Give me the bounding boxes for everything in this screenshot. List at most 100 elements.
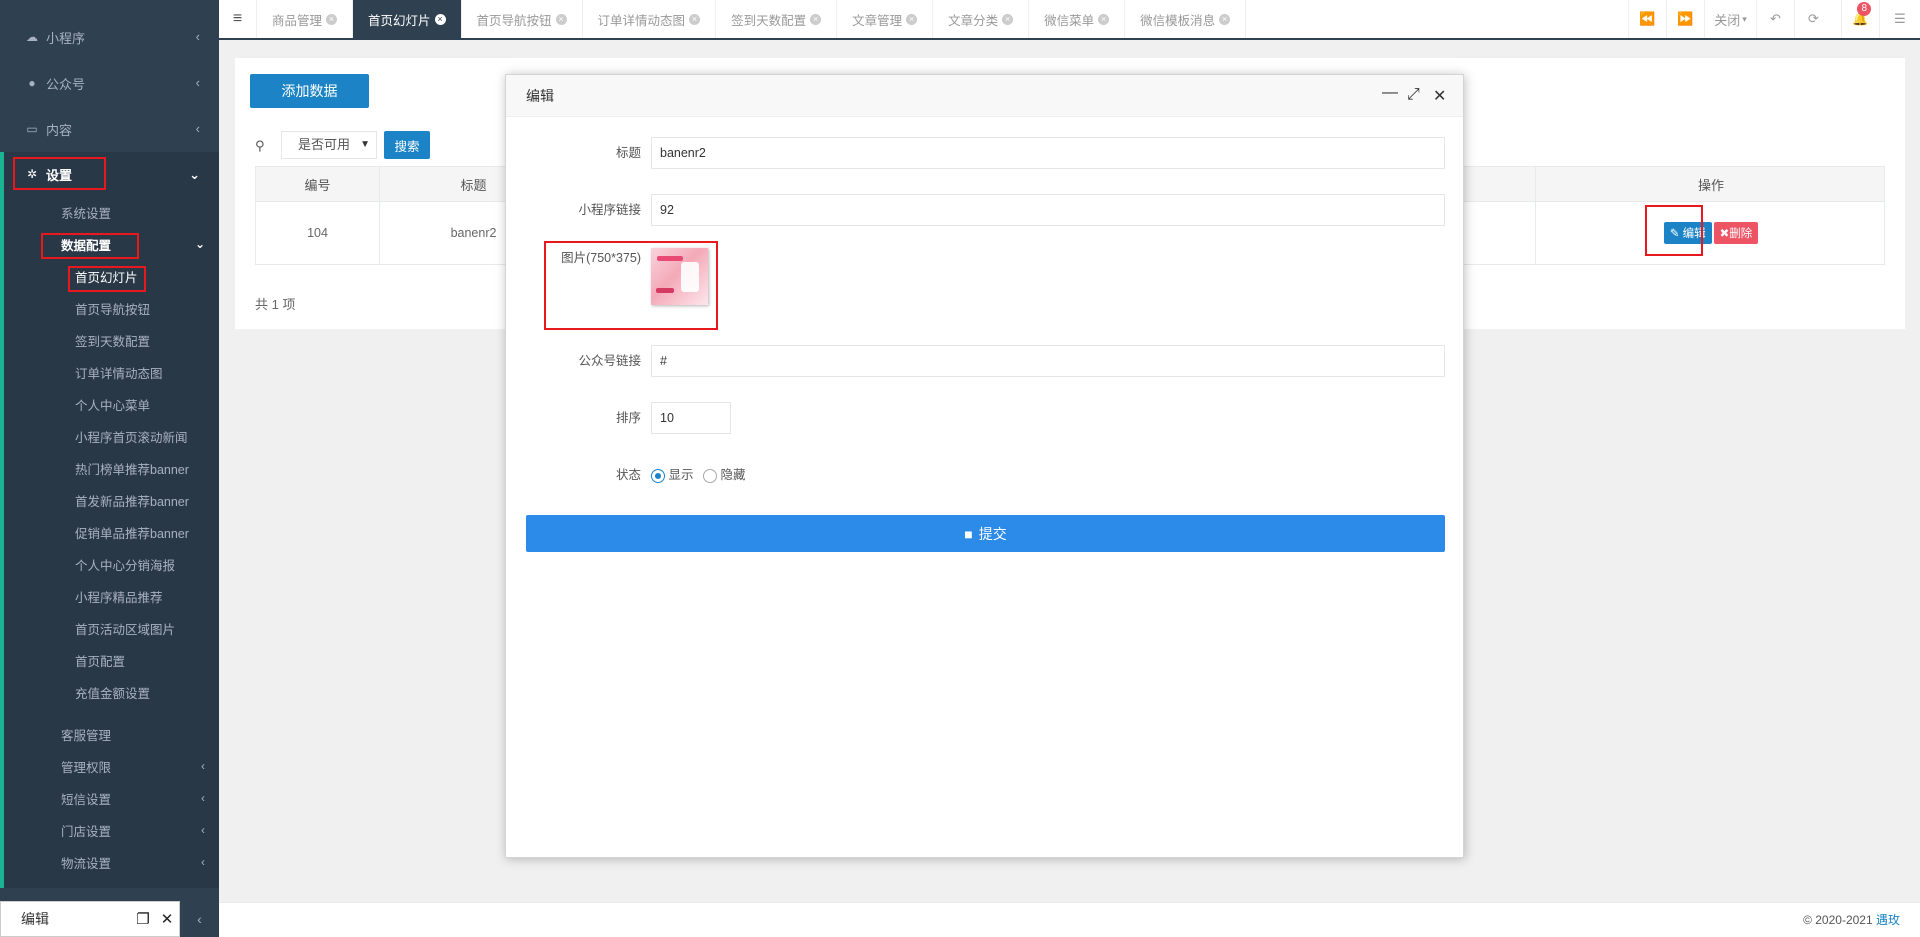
edit-button[interactable]: ✎ 编辑 (1663, 222, 1712, 244)
close-icon[interactable]: ✕ (1433, 86, 1446, 106)
minimize-icon[interactable]: — (1382, 84, 1398, 102)
sidebar-item-content[interactable]: ▭ 内容 ‹ (0, 106, 219, 152)
title-input[interactable]: banenr2 (651, 137, 1445, 169)
mp-link-input[interactable]: # (651, 345, 1445, 377)
sidebar-item-settings[interactable]: ✲ 设置 ⌄ (4, 152, 219, 196)
maximize-icon[interactable]: ⤢ (1407, 86, 1420, 104)
image-label: 图片(750*375) (561, 251, 641, 265)
close-icon[interactable]: ✕ (155, 910, 179, 928)
total-count: 共 1 项 (255, 297, 296, 312)
scroll-right-button[interactable]: ⏩ (1666, 0, 1704, 38)
sidebar-item-label: 内容 (46, 122, 73, 138)
tab[interactable]: 商品管理 × (257, 0, 354, 38)
menu-toggle-icon[interactable]: ≡ (219, 0, 257, 38)
sidebar-item[interactable]: 物流设置 ‹ (4, 846, 219, 878)
tab[interactable]: 首页导航按钮 × (462, 0, 583, 38)
mp-link-label: 公众号链接 (578, 354, 641, 368)
caret-down-icon: ▾ (1742, 13, 1747, 24)
sidebar-item[interactable]: 短信设置 ‹ (4, 782, 219, 814)
tab[interactable]: 签到天数配置 × (716, 0, 838, 38)
mini-link-input[interactable]: 92 (651, 194, 1445, 226)
tab-close-icon[interactable]: × (1219, 13, 1231, 25)
tab-close-icon[interactable]: × (810, 13, 822, 25)
tab[interactable]: 订单详情动态图 × (583, 0, 717, 38)
refresh-icon: ⟳ (1808, 11, 1819, 26)
search-button[interactable]: 搜索 (384, 131, 430, 159)
sidebar-subitem[interactable]: 首页配置 (4, 644, 219, 676)
form-row-title: 标题 banenr2 (506, 137, 1465, 169)
scroll-left-button[interactable]: ⏪ (1628, 0, 1666, 38)
backward-icon: ⏪ (1639, 11, 1656, 26)
sidebar-item-system-settings[interactable]: 系统设置 (4, 196, 219, 228)
lock-icon: ■ (964, 525, 973, 542)
tab[interactable]: 微信模板消息 × (1125, 0, 1247, 38)
form-row-mini-link: 小程序链接 92 (506, 194, 1465, 226)
sidebar-item[interactable]: 客服管理 (4, 718, 219, 750)
submit-button[interactable]: ■ 提交 (526, 515, 1445, 552)
close-tabs-dropdown[interactable]: 关闭 ▾ (1704, 0, 1756, 38)
sidebar-item-wechat[interactable]: ● 公众号 ‹ (0, 60, 219, 106)
tab-close-icon[interactable]: × (906, 13, 918, 25)
footer-link[interactable]: 遇玫 (1876, 913, 1900, 927)
chevron-down-icon: ⌄ (189, 167, 200, 182)
tab[interactable]: 文章管理 × (837, 0, 934, 38)
chevron-left-icon: ‹ (195, 121, 200, 136)
column-header-id[interactable]: 编号 (256, 167, 380, 201)
sidebar-subitem[interactable]: 首页活动区域图片 (4, 612, 219, 644)
status-hide-label[interactable]: 隐藏 (720, 468, 745, 482)
tab-close-icon[interactable]: × (1098, 13, 1110, 25)
cell-id: 104 (256, 202, 380, 264)
sidebar-item-label: 公众号 (46, 76, 86, 92)
sidebar-collapse-button[interactable]: ‹ (180, 901, 219, 937)
gear-icon: ✲ (26, 167, 38, 181)
sidebar-subitem[interactable]: 订单详情动态图 (4, 356, 219, 388)
sidebar-subitem[interactable]: 首页幻灯片 (4, 260, 219, 292)
form-row-status: 状态 显示 隐藏 (506, 459, 1465, 491)
minimized-window[interactable]: 编辑 ❐ ✕ (0, 901, 180, 937)
tab[interactable]: 首页幻灯片 × (353, 0, 462, 38)
status-show-label[interactable]: 显示 (668, 468, 693, 482)
refresh-button[interactable]: ⟳ (1794, 0, 1832, 38)
sidebar-item[interactable]: 管理权限 ‹ (4, 750, 219, 782)
tab-close-icon[interactable]: × (434, 13, 446, 25)
sidebar-item[interactable]: 门店设置 ‹ (4, 814, 219, 846)
status-hide-radio[interactable] (702, 468, 717, 483)
tab-list: 商品管理 × 首页幻灯片 × 首页导航按钮 × 订单详情动态图 × 签到天数配置 × 文章管理 × 文章… (257, 0, 1247, 38)
availability-filter-select[interactable]: 是否可用 ▼ (281, 131, 377, 159)
tab-close-icon[interactable]: × (689, 13, 701, 25)
sidebar-subitem[interactable]: 个人中心分销海报 (4, 548, 219, 580)
sidebar-subitem[interactable]: 促销单品推荐banner (4, 516, 219, 548)
notification-button[interactable]: 🔔 8 (1841, 0, 1879, 38)
sidebar-subitem[interactable]: 首页导航按钮 (4, 292, 219, 324)
chevron-left-icon: ‹ (195, 75, 200, 90)
tab[interactable]: 微信菜单 × (1029, 0, 1126, 38)
more-menu-button[interactable]: ☰ (1879, 0, 1920, 38)
add-data-button[interactable]: 添加数据 (250, 74, 369, 108)
sidebar-subitem[interactable]: 个人中心菜单 (4, 388, 219, 420)
tab[interactable]: 文章分类 × (933, 0, 1030, 38)
undo-icon: ↶ (1770, 11, 1781, 26)
sort-input[interactable]: 10 (651, 402, 731, 434)
delete-button[interactable]: ✖删除 (1713, 222, 1759, 244)
sidebar-item-data-config[interactable]: 数据配置 ⌄ (4, 228, 219, 260)
book-icon: ▭ (26, 122, 38, 136)
sidebar-subitem[interactable]: 签到天数配置 (4, 324, 219, 356)
sidebar-subitem[interactable]: 充值金额设置 (4, 676, 219, 708)
list-icon: ☰ (1894, 11, 1906, 26)
tab-close-icon[interactable]: × (555, 13, 567, 25)
back-button[interactable]: ↶ (1756, 0, 1794, 38)
mini-link-label: 小程序链接 (578, 203, 641, 217)
restore-icon[interactable]: ❐ (131, 910, 155, 928)
sidebar-item-miniprogram[interactable]: ☁ 小程序 ‹ (0, 14, 219, 60)
tab-close-icon[interactable]: × (1002, 13, 1014, 25)
chevron-left-icon: ‹ (201, 791, 205, 805)
tab-close-icon[interactable]: × (326, 13, 338, 25)
chevron-left-icon: ‹ (195, 29, 200, 44)
sidebar-subitem[interactable]: 热门榜单推荐banner (4, 452, 219, 484)
sidebar-subitem[interactable]: 小程序精品推荐 (4, 580, 219, 612)
banner-thumbnail[interactable] (651, 248, 708, 305)
sidebar-subitem[interactable]: 首发新品推荐banner (4, 484, 219, 516)
sidebar-subitem[interactable]: 小程序首页滚动新闻 (4, 420, 219, 452)
status-show-radio[interactable] (651, 468, 665, 483)
minimized-window-title: 编辑 (21, 911, 49, 927)
